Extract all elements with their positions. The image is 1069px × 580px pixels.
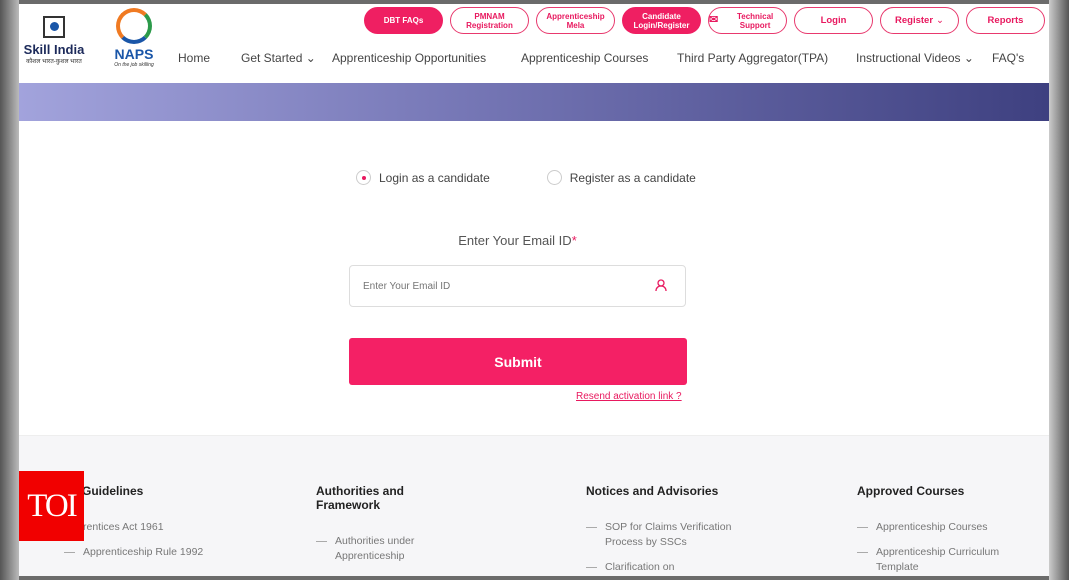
- resend-activation-link[interactable]: Resend activation link ?: [576, 391, 682, 402]
- main-nav: Home Get Started ⌄ Apprenticeship Opport…: [19, 51, 1049, 69]
- naps-emblem-icon: [116, 8, 152, 44]
- footer-link[interactable]: Apprenticeship Courses: [857, 520, 1049, 535]
- footer-link[interactable]: rentices Act 1961: [64, 520, 264, 535]
- left-backdrop: [0, 0, 19, 580]
- banner: [19, 83, 1049, 121]
- register-label: Register: [895, 15, 934, 26]
- chevron-down-icon: ⌄: [963, 51, 974, 65]
- candidate-login-register-button[interactable]: Candidate Login/Register: [622, 7, 701, 34]
- login-mode-radios: Login as a candidate Register as a candi…: [356, 170, 753, 185]
- nav-instructional-videos-label: Instructional Videos: [856, 51, 961, 65]
- nav-get-started[interactable]: Get Started ⌄: [241, 51, 316, 65]
- pmnam-registration-button[interactable]: PMNAM Registration: [450, 7, 529, 34]
- nav-apprenticeship-opportunities[interactable]: Apprenticeship Opportunities: [332, 51, 486, 65]
- footer-link[interactable]: Clarification on: [586, 560, 786, 575]
- right-backdrop: [1049, 0, 1069, 580]
- monitor-icon: [43, 16, 65, 38]
- footer-link[interactable]: Apprenticeship Curriculum Template: [857, 545, 1007, 575]
- user-icon: [655, 279, 667, 292]
- apprenticeship-mela-button[interactable]: Apprenticeship Mela: [536, 7, 615, 34]
- footer-col-authorities: Authorities and Framework Authorities un…: [316, 484, 426, 564]
- radio-selected-icon: [356, 170, 371, 185]
- nav-home[interactable]: Home: [178, 51, 210, 65]
- register-button[interactable]: Register ⌄: [880, 7, 959, 34]
- login-button[interactable]: Login: [794, 7, 873, 34]
- nav-instructional-videos[interactable]: Instructional Videos ⌄: [856, 51, 974, 65]
- footer-col-courses: Approved Courses Apprenticeship Courses …: [857, 484, 1049, 575]
- top-buttons: DBT FAQs PMNAM Registration Apprenticesh…: [364, 7, 1045, 34]
- footer-heading: Authorities and Framework: [316, 484, 405, 512]
- email-input[interactable]: [349, 265, 686, 307]
- footer-link[interactable]: Apprenticeship Rule 1992: [64, 545, 264, 560]
- submit-button[interactable]: Submit: [349, 338, 687, 385]
- footer-link[interactable]: SOP for Claims Verification Process by S…: [586, 520, 736, 550]
- toi-watermark-logo: TOI: [19, 471, 84, 541]
- footer-heading: Approved Courses: [857, 484, 965, 498]
- nav-tpa[interactable]: Third Party Aggregator(TPA): [677, 51, 828, 65]
- technical-support-label: Technical Support: [736, 11, 774, 30]
- footer-heading: Notices and Advisories: [586, 484, 719, 498]
- login-radio-label: Login as a candidate: [379, 170, 490, 185]
- page: Skill India कौशल भारत-कुशल भारत NAPS On …: [19, 4, 1049, 576]
- email-label: Enter Your Email ID*: [19, 233, 1016, 248]
- register-radio[interactable]: Register as a candidate: [546, 170, 696, 185]
- chevron-down-icon: ⌄: [936, 15, 944, 26]
- footer-heading: nd Guidelines: [64, 484, 144, 498]
- header: Skill India कौशल भारत-कुशल भारत NAPS On …: [19, 4, 1049, 83]
- chevron-down-icon: ⌄: [305, 51, 316, 65]
- reports-button[interactable]: Reports: [966, 7, 1045, 34]
- technical-support-button[interactable]: ✉ Technical Support: [708, 7, 787, 34]
- login-radio[interactable]: Login as a candidate: [356, 170, 490, 185]
- dbt-faqs-button[interactable]: DBT FAQs: [364, 7, 443, 34]
- radio-unselected-icon: [546, 170, 562, 185]
- nav-get-started-label: Get Started: [241, 51, 303, 65]
- register-radio-label: Register as a candidate: [569, 170, 696, 185]
- mail-icon: ✉: [709, 14, 719, 26]
- required-mark: *: [571, 233, 577, 248]
- nav-faqs[interactable]: FAQ's: [992, 51, 1024, 65]
- email-label-text: Enter Your Email ID: [458, 233, 572, 248]
- footer-col-guidelines: nd Guidelines rentices Act 1961 Apprenti…: [64, 484, 264, 560]
- footer-link[interactable]: Authorities under Apprenticeship: [316, 534, 431, 564]
- nav-apprenticeship-courses[interactable]: Apprenticeship Courses: [521, 51, 648, 65]
- footer-col-notices: Notices and Advisories SOP for Claims Ve…: [586, 484, 786, 575]
- footer: nd Guidelines rentices Act 1961 Apprenti…: [19, 435, 1049, 576]
